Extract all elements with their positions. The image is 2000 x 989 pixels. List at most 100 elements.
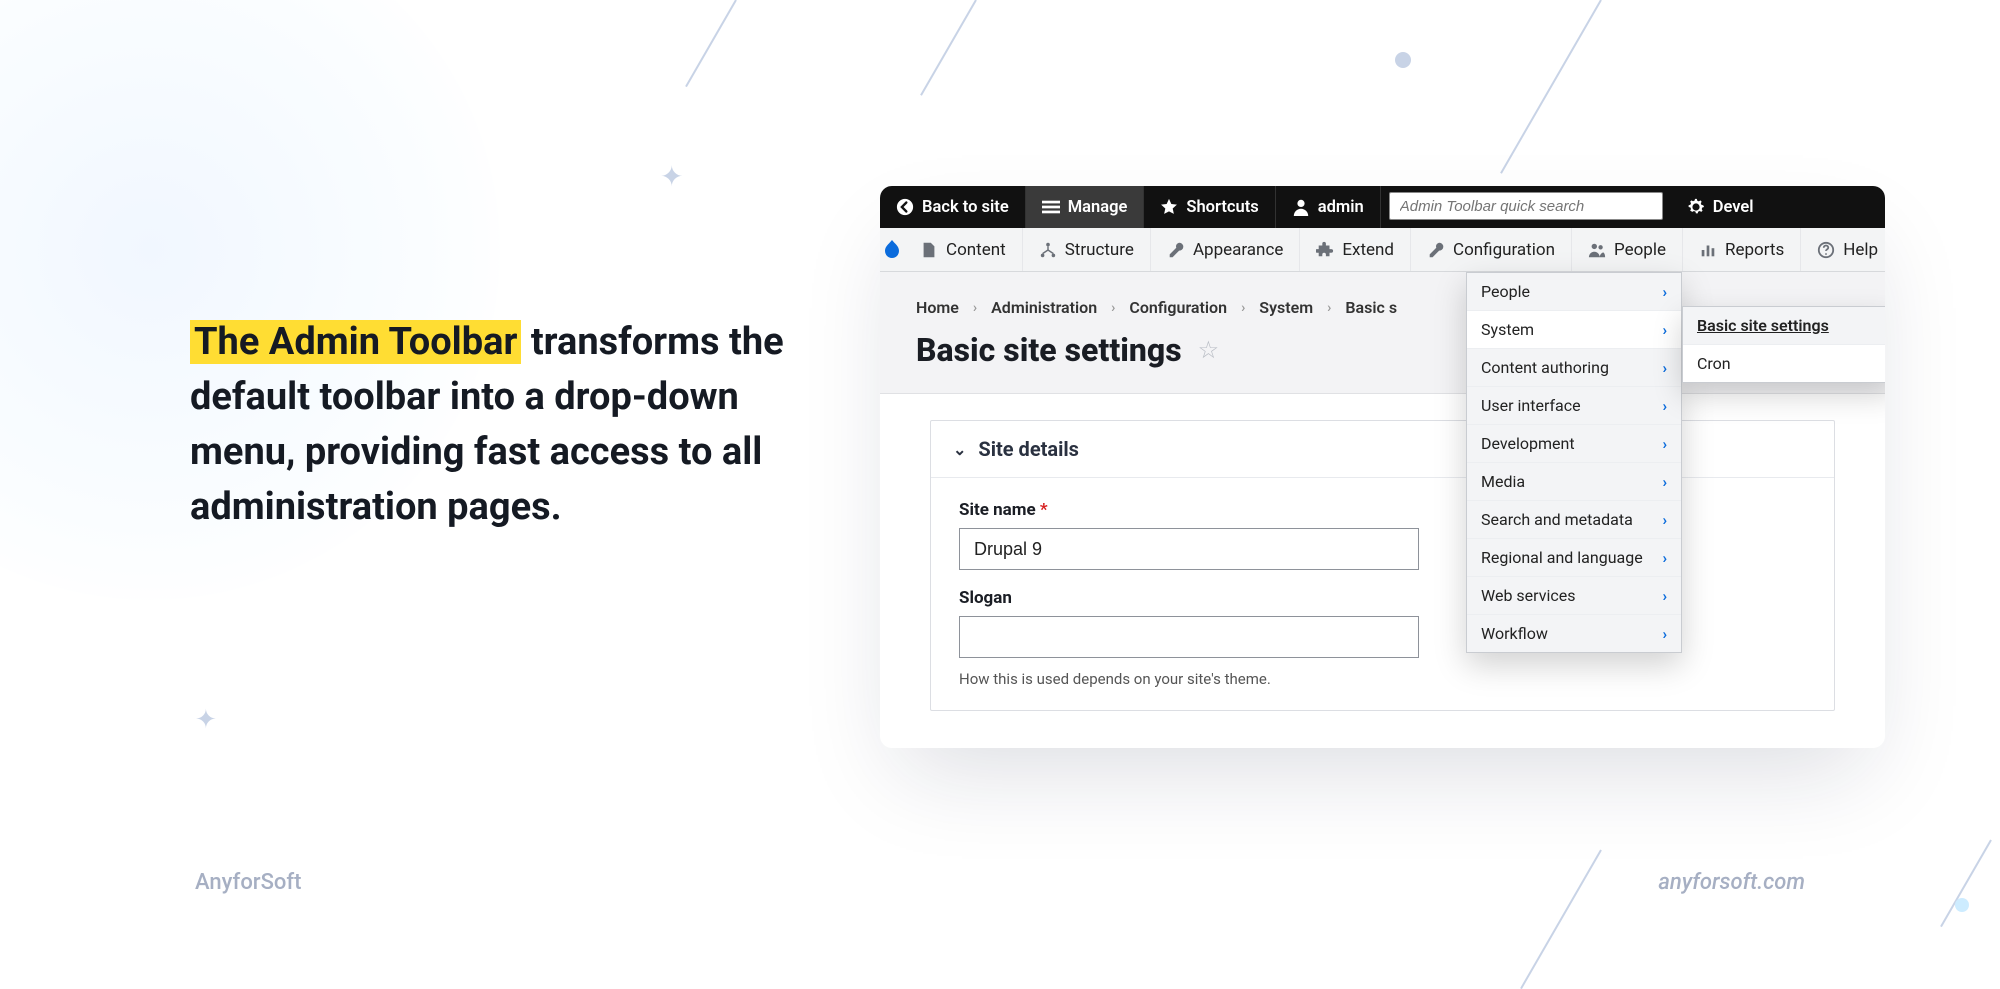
chart-icon	[1699, 241, 1717, 259]
dd-item-workflow[interactable]: Workflow ›	[1467, 615, 1681, 652]
dd-item-people[interactable]: People›	[1467, 273, 1681, 311]
dd-label: Content authoring	[1481, 358, 1609, 377]
menu-help-label: Help	[1843, 240, 1878, 260]
chevron-down-icon: ⌄	[953, 440, 966, 459]
main-panel: ⌄ Site details Site name * Slogan How th…	[880, 394, 1885, 737]
dd-item-regional-language[interactable]: Regional and language ›	[1467, 539, 1681, 577]
required-asterisk: *	[1040, 500, 1048, 520]
devel-button[interactable]: Devel	[1671, 186, 1770, 228]
dd-item-search-metadata[interactable]: Search and metadata›	[1467, 501, 1681, 539]
config-dropdown: People› System › Content authoring › User …	[1466, 272, 1682, 653]
chevron-right-icon: ›	[1327, 300, 1331, 316]
menu-reports-label: Reports	[1725, 240, 1784, 260]
bg-dash	[1940, 840, 1992, 928]
dd-item-development[interactable]: Development ›	[1467, 425, 1681, 463]
user-label: admin	[1318, 198, 1364, 217]
menu-extend[interactable]: Extend	[1300, 228, 1411, 271]
bg-dash	[920, 0, 977, 96]
site-details-body: Site name * Slogan How this is used depe…	[931, 478, 1834, 710]
dd-item-system[interactable]: System ›	[1467, 311, 1681, 349]
puzzle-icon	[1316, 241, 1334, 259]
menu-appearance-label: Appearance	[1193, 240, 1283, 260]
page-title: Basic site settings	[916, 331, 1182, 369]
dd-label: Media	[1481, 472, 1525, 491]
crumb-system[interactable]: System	[1259, 298, 1313, 317]
marketing-highlight: The Admin Toolbar	[190, 320, 521, 364]
admin-screenshot: Back to site Manage Shortcuts admin	[880, 186, 1885, 748]
quick-search-input[interactable]	[1389, 192, 1663, 220]
favorite-star-icon[interactable]: ☆	[1198, 336, 1220, 364]
chevron-right-icon: ›	[973, 300, 977, 316]
dd-label: Workflow	[1481, 624, 1548, 643]
chevron-right-icon: ›	[1662, 625, 1667, 643]
hamburger-icon	[1042, 198, 1060, 216]
site-details-title: Site details	[978, 437, 1079, 461]
menu-structure[interactable]: Structure	[1023, 228, 1151, 271]
footer-brand: AnyforSoft	[195, 870, 301, 895]
shortcuts-label: Shortcuts	[1186, 198, 1258, 217]
dd-label: Development	[1481, 434, 1575, 453]
site-name-input[interactable]	[959, 528, 1419, 570]
site-details-header[interactable]: ⌄ Site details	[931, 421, 1834, 478]
chevron-right-icon: ›	[1662, 473, 1667, 491]
menu-people[interactable]: People	[1572, 228, 1683, 271]
bg-dash	[685, 0, 737, 87]
footer-url: anyforsoft.com	[1658, 870, 1805, 895]
dd-item-media[interactable]: Media ›	[1467, 463, 1681, 501]
chevron-right-icon: ›	[1662, 549, 1667, 567]
dd-item-content-authoring[interactable]: Content authoring ›	[1467, 349, 1681, 387]
wrench-icon	[1427, 241, 1445, 259]
manage-button[interactable]: Manage	[1026, 186, 1145, 228]
menu-configuration[interactable]: Configuration	[1411, 228, 1572, 271]
chevron-right-icon: ›	[1662, 359, 1667, 377]
dd-item-basic-site-settings[interactable]: Basic site settings	[1683, 307, 1885, 345]
dd-label: Search and metadata	[1481, 510, 1633, 529]
dd-label: User interface	[1481, 396, 1581, 415]
dd-item-web-services[interactable]: Web services ›	[1467, 577, 1681, 615]
menu-help[interactable]: Help	[1801, 228, 1885, 271]
crumb-home[interactable]: Home	[916, 298, 959, 317]
chevron-right-icon: ›	[1662, 397, 1667, 415]
site-details-box: ⌄ Site details Site name * Slogan How th…	[930, 420, 1835, 711]
dd-item-user-interface[interactable]: User interface ›	[1467, 387, 1681, 425]
site-name-label-text: Site name	[959, 500, 1036, 520]
chevron-right-icon: ›	[1662, 435, 1667, 453]
quick-search-wrap	[1381, 186, 1671, 228]
chevron-right-icon: ›	[1662, 283, 1667, 301]
shortcuts-button[interactable]: Shortcuts	[1144, 186, 1275, 228]
dd-label: Web services	[1481, 586, 1575, 605]
menu-reports[interactable]: Reports	[1683, 228, 1801, 271]
slogan-input[interactable]	[959, 616, 1419, 658]
slogan-hint: How this is used depends on your site's …	[959, 670, 1806, 688]
drupal-logo[interactable]	[880, 228, 904, 271]
menu-configuration-label: Configuration	[1453, 240, 1555, 260]
crumb-basic[interactable]: Basic s	[1345, 298, 1397, 317]
menu-appearance[interactable]: Appearance	[1151, 228, 1300, 271]
gear-icon	[1687, 198, 1705, 216]
chevron-right-icon: ›	[1662, 587, 1667, 605]
menu-structure-label: Structure	[1065, 240, 1134, 260]
help-icon	[1817, 241, 1835, 259]
back-label: Back to site	[922, 198, 1009, 217]
user-icon	[1292, 198, 1310, 216]
chevron-right-icon: ›	[1662, 321, 1667, 339]
chevron-right-icon: ›	[1241, 300, 1245, 316]
user-button[interactable]: admin	[1276, 186, 1381, 228]
crumb-config[interactable]: Configuration	[1129, 298, 1227, 317]
back-arrow-icon	[896, 198, 914, 216]
dd-item-cron[interactable]: Cron	[1683, 345, 1885, 382]
admin-menubar: Content Structure Appearance Extend Conf…	[880, 228, 1885, 272]
chevron-right-icon: ›	[1111, 300, 1115, 316]
star-icon	[1160, 198, 1178, 216]
dd-label: System	[1481, 320, 1534, 339]
toolbar-black: Back to site Manage Shortcuts admin	[880, 186, 1885, 228]
menu-content[interactable]: Content	[904, 228, 1023, 271]
crumb-admin[interactable]: Administration	[991, 298, 1097, 317]
bg-dash	[1500, 0, 1602, 174]
wrench-icon	[1167, 241, 1185, 259]
document-icon	[920, 241, 938, 259]
manage-label: Manage	[1068, 198, 1128, 217]
people-icon	[1588, 241, 1606, 259]
back-to-site-button[interactable]: Back to site	[880, 186, 1026, 228]
dd-label: Regional and language	[1481, 548, 1643, 567]
